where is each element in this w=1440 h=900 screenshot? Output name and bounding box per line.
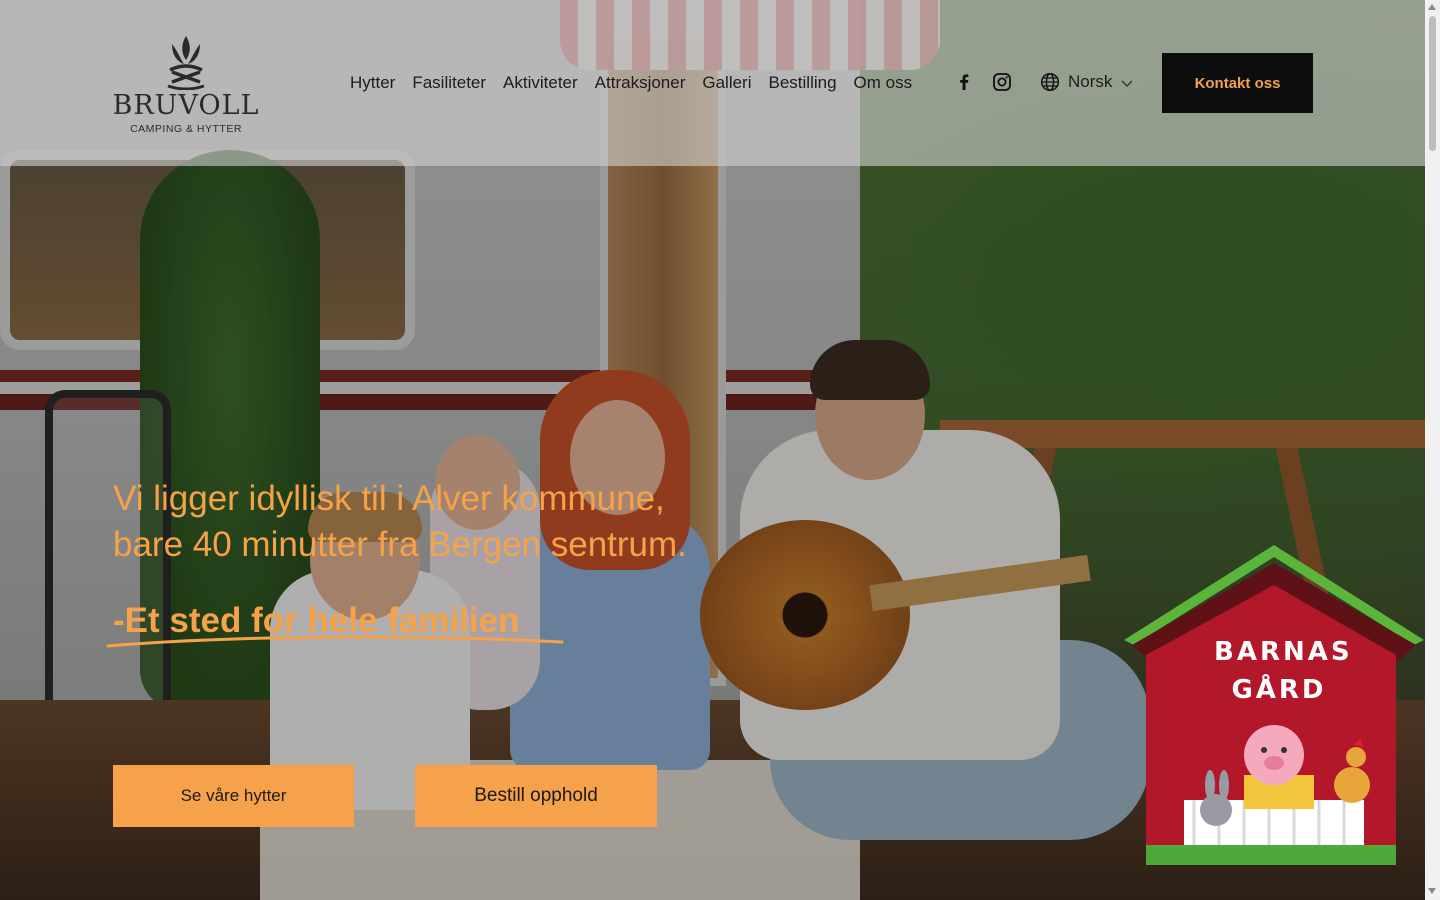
badge-title-line2: GÅRD	[1231, 675, 1327, 705]
barnas-gard-badge[interactable]: BARNAS GÅRD	[1124, 545, 1424, 870]
site-header: BRUVOLL CAMPING & HYTTER Hytter Fasilite…	[0, 0, 1425, 166]
nav-item-attraksjoner[interactable]: Attraksjoner	[595, 72, 686, 94]
globe-icon	[1040, 72, 1060, 92]
nav-item-bestilling[interactable]: Bestilling	[769, 72, 837, 94]
nav-item-aktiviteter[interactable]: Aktiviteter	[503, 72, 578, 94]
chevron-down-icon	[1120, 75, 1134, 89]
hero-headline-line1: Vi ligger idyllisk til i Alver kommune,	[113, 479, 665, 518]
site-logo[interactable]: BRUVOLL CAMPING & HYTTER	[112, 34, 260, 138]
instagram-icon[interactable]	[992, 72, 1012, 92]
nav-item-om-oss[interactable]: Om oss	[854, 72, 913, 94]
scrollbar-thumb[interactable]	[1429, 16, 1436, 151]
main-nav: Hytter Fasiliteter Aktiviteter Attraksjo…	[350, 72, 912, 94]
nav-item-fasiliteter[interactable]: Fasiliteter	[412, 72, 486, 94]
book-stay-button[interactable]: Bestill opphold	[415, 765, 657, 827]
logo-tagline: CAMPING & HYTTER	[130, 123, 242, 135]
flame-logo-icon	[167, 36, 205, 90]
nav-item-galleri[interactable]: Galleri	[702, 72, 751, 94]
language-selector[interactable]: Norsk	[1040, 72, 1134, 92]
social-links	[954, 72, 1012, 92]
hero-headline-line2: bare 40 minutter fra Bergen sentrum.	[113, 525, 687, 564]
tagline-underline	[106, 635, 564, 648]
nav-item-hytter[interactable]: Hytter	[350, 72, 395, 94]
badge-title-line1: BARNAS	[1214, 637, 1353, 667]
scroll-down-arrow-icon[interactable]	[1428, 888, 1436, 894]
page-scrollbar[interactable]	[1425, 0, 1440, 900]
logo-wordmark: BRUVOLL	[112, 90, 260, 121]
see-cabins-button[interactable]: Se våre hytter	[113, 765, 354, 827]
hero-headline: Vi ligger idyllisk til i Alver kommune, …	[113, 476, 813, 568]
contact-button[interactable]: Kontakt oss	[1162, 53, 1313, 113]
farm-house-illustration	[1124, 545, 1424, 865]
scroll-up-arrow-icon[interactable]	[1428, 4, 1436, 10]
facebook-icon[interactable]	[954, 72, 974, 92]
language-label: Norsk	[1068, 72, 1113, 91]
